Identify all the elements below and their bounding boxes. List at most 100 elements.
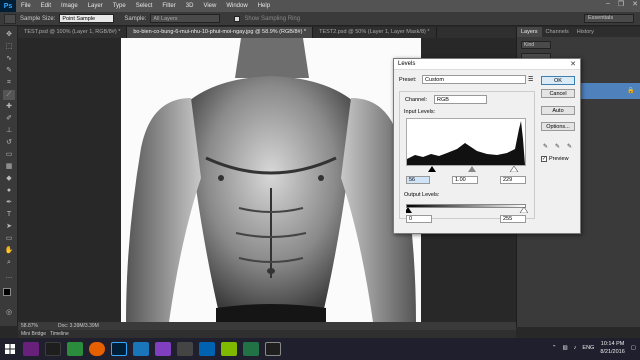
quick-mask-icon[interactable]: ◎ [3,308,15,318]
menu-file[interactable]: File [16,3,36,9]
lasso-tool-icon[interactable]: ∿ [3,54,15,64]
gradient-tool-icon[interactable]: ▦ [3,162,15,172]
system-tray: ⌃ ▥ ♪ ENG 10:14 PM 8/21/2016 ▢ [552,340,636,356]
mail-icon[interactable] [199,342,215,356]
bottom-panel-tabs: Mini Bridge Timeline [18,330,516,338]
maximize-button[interactable]: ❐ [618,0,624,8]
path-select-tool-icon[interactable]: ➤ [3,222,15,232]
tray-chevron-icon[interactable]: ⌃ [552,345,557,351]
close-icon[interactable]: ✕ [570,59,576,70]
zoom-level[interactable]: 58.87% [21,323,38,329]
dodge-tool-icon[interactable]: ● [3,186,15,196]
workspace-select[interactable]: Essentials [584,14,634,23]
input-levels-label: Input Levels: [404,109,436,115]
menu-edit[interactable]: Edit [36,3,56,9]
vs-code-icon[interactable] [155,342,171,356]
windows-start-button[interactable] [0,338,20,360]
type-tool-icon[interactable]: T [3,210,15,220]
volume-icon[interactable]: ♪ [574,345,577,351]
language-indicator[interactable]: ENG [582,345,594,351]
eraser-tool-icon[interactable]: ▭ [3,150,15,160]
tab-channels[interactable]: Channels [542,27,573,37]
tab-layers[interactable]: Layers [517,27,542,37]
menu-layer[interactable]: Layer [83,3,108,9]
gray-eyedropper-icon[interactable]: ✎ [555,143,562,150]
tab-active-jpg[interactable]: bo-bien-co-bung-6-mui-nhu-10-phut-moi-ng… [127,27,314,38]
photoshop-logo: Ps [0,0,16,12]
panel-tabs: Layers Channels History [517,27,640,37]
menu-image[interactable]: Image [56,3,83,9]
windows-logo-icon [5,344,15,354]
app-square-icon[interactable] [265,342,281,356]
input-gamma-field[interactable]: 1.00 [452,176,478,184]
move-tool-icon[interactable]: ✥ [3,30,15,40]
document-image[interactable] [121,38,421,322]
photoshop-taskbar-icon[interactable] [111,342,127,356]
tab-test-psd[interactable]: TEST.psd @ 100% (Layer 1, RGB/8#) * [18,27,128,38]
taskbar-clock[interactable]: 10:14 PM 8/21/2016 [600,340,624,356]
marquee-tool-icon[interactable]: ⬚ [3,42,15,52]
tab-history[interactable]: History [573,27,598,37]
settings-icon[interactable] [177,342,193,356]
stamp-tool-icon[interactable]: ⊥ [3,126,15,136]
auto-button[interactable]: Auto [541,106,575,115]
network-icon[interactable]: ▥ [562,345,567,351]
more-tools-icon[interactable]: … [3,272,15,282]
tab-mini-bridge[interactable]: Mini Bridge [21,331,46,337]
quick-select-tool-icon[interactable]: ✎ [3,66,15,76]
menu-filter[interactable]: Filter [157,3,180,9]
shape-tool-icon[interactable]: ▭ [3,234,15,244]
menu-window[interactable]: Window [221,3,252,9]
preset-label: Preset: [399,77,417,83]
menu-3d[interactable]: 3D [181,3,199,9]
pen-tool-icon[interactable]: ✒ [3,198,15,208]
zoom-tool-icon[interactable]: ⌕ [3,258,15,268]
document-tabs: TEST.psd @ 100% (Layer 1, RGB/8#) * bo-b… [18,27,516,38]
eyedropper-tool-icon[interactable]: ⟋ [3,90,15,100]
output-sliders[interactable] [406,207,528,213]
task-view-icon[interactable] [45,342,61,356]
tab-test2-psd[interactable]: TEST2.psd @ 50% (Layer 1, Layer Mask/8) … [313,27,437,38]
app-green-icon[interactable] [67,342,83,356]
menu-type[interactable]: Type [108,3,131,9]
input-sliders[interactable] [406,166,528,172]
eyedropper-tool-preset[interactable] [4,13,16,24]
healing-tool-icon[interactable]: ✚ [3,102,15,112]
menu-help[interactable]: Help [253,3,275,9]
menu-select[interactable]: Select [131,3,158,9]
hand-tool-icon[interactable]: ✋ [3,246,15,256]
firefox-icon[interactable] [89,342,105,356]
app-blue-icon[interactable] [133,342,149,356]
preset-select[interactable]: Custom [422,75,526,84]
preset-options-icon[interactable]: ☰ [528,76,533,83]
blur-tool-icon[interactable]: ◆ [3,174,15,184]
black-eyedropper-icon[interactable]: ✎ [543,143,550,150]
output-black-field[interactable]: 0 [406,215,432,223]
layer-filter-kind[interactable]: Kind [521,41,551,49]
minimize-button[interactable]: – [606,0,610,8]
output-white-field[interactable]: 255 [500,215,526,223]
input-black-field[interactable]: 56 [406,176,430,184]
show-sampling-ring-checkbox[interactable] [234,15,241,22]
white-eyedropper-icon[interactable]: ✎ [567,143,574,150]
history-brush-tool-icon[interactable]: ↺ [3,138,15,148]
channel-select[interactable]: RGB [434,95,487,104]
ok-button[interactable]: OK [541,76,575,85]
visual-studio-icon[interactable] [23,342,39,356]
menu-view[interactable]: View [198,3,221,9]
preview-checkbox[interactable]: ✓ [541,156,547,162]
excel-icon[interactable] [243,342,259,356]
close-button[interactable]: ✕ [632,0,638,8]
crop-tool-icon[interactable]: ⌗ [3,78,15,88]
sample-select[interactable]: All Layers [150,14,221,23]
input-white-field[interactable]: 229 [500,176,526,184]
brush-tool-icon[interactable]: ✐ [3,114,15,124]
tab-timeline[interactable]: Timeline [50,331,69,337]
notifications-icon[interactable]: ▢ [631,345,636,351]
clock-date: 8/21/2016 [600,349,625,355]
sample-size-select[interactable]: Point Sample [59,14,115,23]
app-clover-icon[interactable] [221,342,237,356]
options-button[interactable]: Options... [541,122,575,131]
foreground-color-swatch[interactable] [3,288,11,296]
cancel-button[interactable]: Cancel [541,89,575,98]
